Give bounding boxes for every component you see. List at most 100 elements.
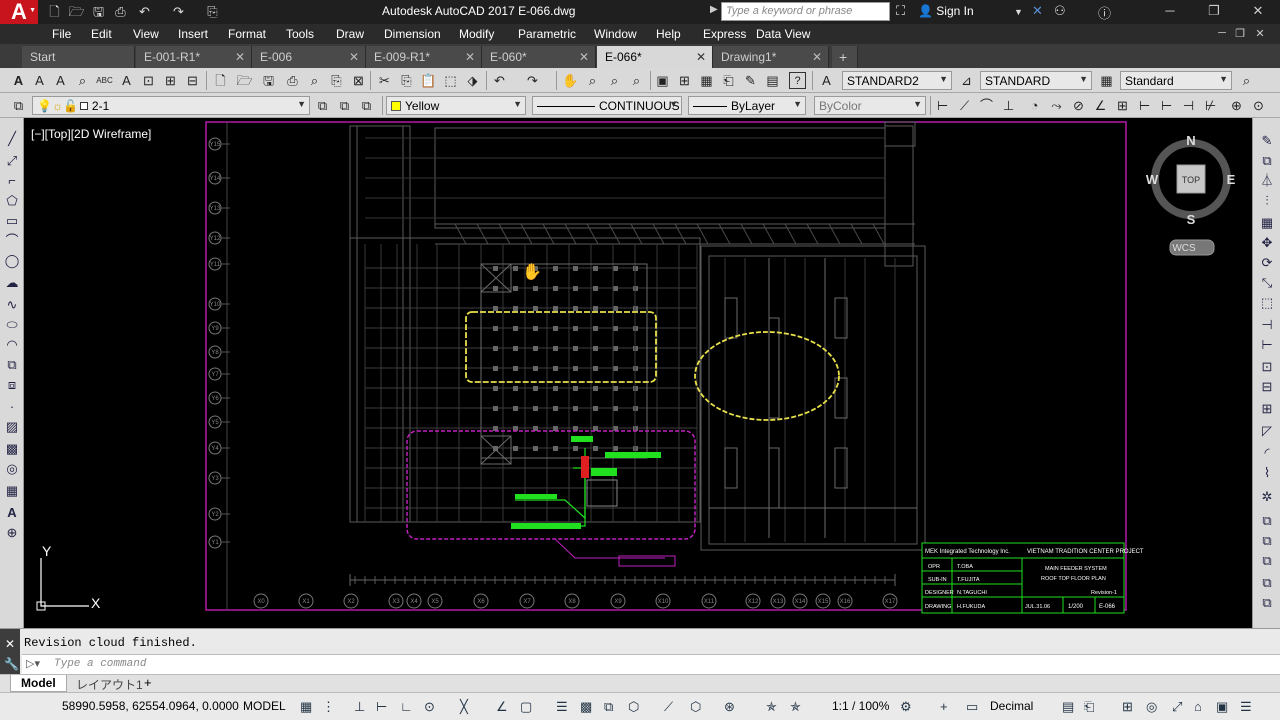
jogged-dimension-icon[interactable]: ⤳ — [1048, 97, 1065, 114]
copy-icon[interactable]: ⎘ — [398, 72, 415, 89]
tab-e-060[interactable]: E-060* ✕ — [482, 46, 596, 68]
yellow-revision-cloud-ellipse[interactable] — [694, 331, 840, 421]
polygon-icon[interactable]: ⬠ — [3, 192, 21, 210]
text-style-select[interactable]: STANDARD2 ▼ — [842, 71, 952, 90]
tab-model[interactable]: Model — [10, 675, 67, 692]
erase-icon[interactable]: ✎ — [1258, 132, 1276, 150]
application-menu-button[interactable]: A ▼ — [0, 0, 38, 24]
close-icon[interactable]: ✕ — [696, 50, 706, 64]
viewcube-south[interactable]: S — [1187, 212, 1196, 227]
center-mark-icon[interactable]: ⊙ — [1250, 97, 1267, 114]
layer-select[interactable]: 💡☼🔓 2-1 ▼ — [32, 96, 310, 115]
menu-dimension[interactable]: Dimension — [384, 27, 441, 41]
paste-icon[interactable]: 📋 — [420, 72, 437, 89]
ordinate-dimension-icon[interactable]: ⊥ — [1000, 97, 1017, 114]
draworder-above-icon[interactable]: ⧉ — [1258, 574, 1276, 592]
point-icon[interactable]: · — [3, 398, 21, 416]
tool-palettes-icon[interactable]: ▦ — [698, 72, 715, 89]
plot-icon[interactable]: ⎙ — [284, 72, 301, 89]
quick-dimension-icon[interactable]: ⊞ — [1114, 97, 1131, 114]
close-icon[interactable]: ✕ — [579, 50, 589, 64]
qnew-icon[interactable]: 🗋 — [212, 72, 229, 89]
draworder-icon[interactable]: ⧉ — [1258, 512, 1276, 530]
region-icon[interactable]: ◎ — [3, 460, 21, 478]
draworder-front-icon[interactable]: ⧉ — [1258, 532, 1276, 550]
notification-icon[interactable]: ⌂ — [1194, 699, 1202, 714]
viewcube[interactable]: TOP N S W E WCS — [1146, 133, 1236, 256]
circle-icon[interactable]: ◯ — [3, 252, 21, 270]
text-style-icon[interactable]: A — [818, 72, 835, 89]
zoom-realtime-icon[interactable]: ⌕ — [584, 72, 601, 89]
draworder-below-icon[interactable]: ⧉ — [1258, 594, 1276, 612]
exchange-apps-icon[interactable]: ✕ — [1032, 3, 1043, 19]
table-style-icon[interactable]: ▦ — [1098, 72, 1115, 89]
spline-icon[interactable]: ∿ — [3, 296, 21, 314]
menu-modify[interactable]: Modify — [459, 27, 494, 41]
isometric-drafting-icon[interactable]: ╳ — [460, 699, 468, 715]
lineweight-icon[interactable]: ☰ — [556, 699, 568, 715]
command-input-row[interactable]: ▷▾ Type a command — [22, 654, 1280, 674]
menu-parametric[interactable]: Parametric — [518, 27, 576, 41]
multiline-text-icon[interactable]: A — [31, 72, 48, 89]
close-window-button[interactable]: ✕ — [1248, 3, 1268, 19]
convert-units-icon[interactable]: ⊟ — [184, 72, 201, 89]
tolerance-icon[interactable]: ⊕ — [1228, 97, 1245, 114]
draworder-back-icon[interactable]: ⧉ — [1258, 552, 1276, 570]
baseline-dimension-icon[interactable]: ⊢ — [1136, 97, 1153, 114]
add-selected-icon[interactable]: ⊕ — [3, 524, 21, 542]
customization-icon[interactable]: ☰ — [1240, 699, 1252, 715]
pan-icon[interactable]: ✋ — [562, 72, 579, 89]
cut-icon[interactable]: ✂ — [376, 72, 393, 89]
menu-data-view[interactable]: Data View — [756, 27, 810, 41]
multiline-text-icon[interactable]: A — [3, 504, 21, 522]
arc-icon[interactable]: ⌒ — [3, 232, 21, 250]
array-icon[interactable]: ▦ — [1258, 214, 1276, 232]
hardware-acceleration-icon[interactable]: ◎ — [1146, 699, 1157, 715]
minimize-window-button[interactable]: ─ — [1160, 3, 1180, 18]
tab-e-009-r1[interactable]: E-009-R1* ✕ — [366, 46, 482, 68]
close-icon[interactable]: ✕ — [349, 50, 359, 64]
object-snap-tracking-icon[interactable]: ∠ — [496, 699, 508, 715]
units-display[interactable]: Decimal — [990, 699, 1033, 713]
ellipse-arc-icon[interactable]: ◠ — [3, 336, 21, 354]
sign-in-button[interactable]: 👤 Sign In — [918, 4, 974, 18]
new-tab-button[interactable]: + — [832, 46, 858, 68]
doc-restore-button[interactable]: ❐ — [1230, 27, 1250, 40]
quickcalc-icon[interactable]: ▤ — [764, 72, 781, 89]
auto-scale-icon[interactable]: ✯ — [790, 699, 801, 715]
grid-display-icon[interactable]: ▦ — [300, 699, 312, 715]
plot-preview-icon[interactable]: ⎘ — [204, 3, 221, 20]
close-icon[interactable]: ✕ — [465, 50, 475, 64]
close-icon[interactable]: ✕ — [812, 50, 822, 64]
sheet-set-icon[interactable]: ⎗ — [720, 72, 737, 89]
layer-states-icon[interactable]: ⧉ — [358, 97, 375, 114]
menu-express[interactable]: Express — [703, 27, 746, 41]
spell-check-icon[interactable]: ABC — [96, 72, 113, 89]
polyline-icon[interactable]: ⌐ — [3, 172, 21, 190]
command-input[interactable]: Type a command — [54, 658, 146, 670]
command-line-handle[interactable]: ✕ 🔧 — [0, 629, 20, 675]
match-properties-icon[interactable]: ⬚ — [442, 72, 459, 89]
line-icon[interactable]: ╱ — [3, 130, 21, 148]
properties-icon[interactable]: ▣ — [654, 72, 671, 89]
design-center-icon[interactable]: ⊞ — [676, 72, 693, 89]
chamfer-icon[interactable]: ◸ — [1258, 422, 1276, 440]
infer-constraints-icon[interactable]: ⊥ — [354, 699, 365, 715]
markup-icon[interactable]: ✎ — [742, 72, 759, 89]
undo-icon[interactable]: ↶ — [491, 72, 508, 89]
rectangle-icon[interactable]: ▭ — [3, 212, 21, 230]
3d-dwf-icon[interactable]: ⊠ — [350, 72, 367, 89]
scale-icon[interactable]: ⤡ — [1258, 274, 1276, 292]
trim-icon[interactable]: ⊣ — [1258, 316, 1276, 334]
dynamic-input-icon[interactable]: ⊢ — [376, 699, 387, 715]
break-icon[interactable]: ⊟ — [1258, 378, 1276, 396]
menu-file[interactable]: File — [52, 27, 71, 41]
rotate-icon[interactable]: ⟳ — [1258, 254, 1276, 272]
table-icon[interactable]: ▦ — [3, 482, 21, 500]
text-icon[interactable]: A — [10, 72, 27, 89]
continue-dimension-icon[interactable]: ⊢ — [1158, 97, 1175, 114]
move-icon[interactable]: ✥ — [1258, 234, 1276, 252]
make-current-icon[interactable]: ⧉ — [314, 97, 331, 114]
offset-icon[interactable]: ⫶ — [1258, 192, 1276, 210]
construction-line-icon[interactable]: ⤢ — [3, 152, 21, 170]
